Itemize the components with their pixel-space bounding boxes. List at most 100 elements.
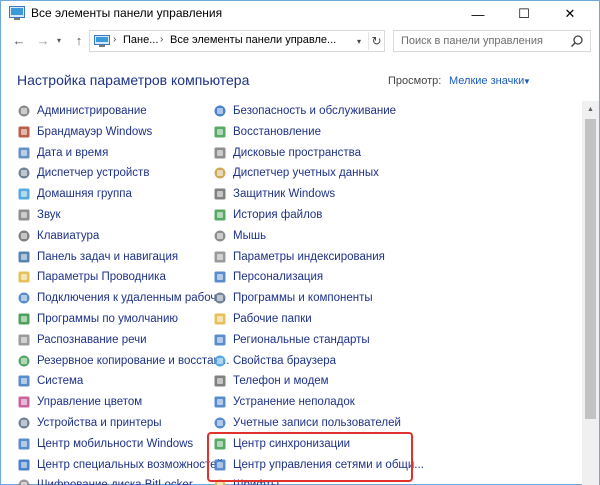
item-label: Панель задач и навигация <box>37 250 179 263</box>
item-label: Дисковые пространства <box>233 146 362 159</box>
control-panel-item[interactable]: Защитник Windows <box>213 184 335 204</box>
control-panel-item[interactable]: Домашняя группа <box>17 184 132 204</box>
firewall-icon <box>18 126 30 138</box>
bitlocker-icon <box>18 479 30 485</box>
control-panel-item[interactable]: Мышь <box>213 226 266 246</box>
defender-icon <box>214 188 226 200</box>
vertical-scrollbar[interactable]: ▲ <box>582 101 599 485</box>
control-panel-item[interactable]: Центр специальных возможностей <box>17 455 223 475</box>
control-panel-items: Администрирование Брандмауэр Windows Дата … <box>1 101 599 485</box>
chevron-down-icon[interactable]: ▼ <box>523 77 531 86</box>
control-panel-item[interactable]: Шифрование диска BitLocker <box>17 475 193 485</box>
control-panel-item[interactable]: Шрифты <box>213 475 279 485</box>
recent-locations-button[interactable]: ▾ <box>53 30 65 50</box>
microphone-icon <box>18 334 30 346</box>
control-panel-item[interactable]: Устройства и принтеры <box>17 413 162 433</box>
breadcrumb-separator: › <box>113 34 117 45</box>
back-button[interactable]: ← <box>9 30 29 50</box>
color-management-icon <box>18 396 30 408</box>
item-label: Безопасность и обслуживание <box>233 105 397 117</box>
control-panel-item[interactable]: Региональные стандарты <box>213 330 370 350</box>
control-panel-item[interactable]: Персонализация <box>213 267 323 287</box>
item-label: Диспетчер устройств <box>37 167 150 180</box>
item-label: Телефон и модем <box>233 375 329 388</box>
address-dropdown-button[interactable]: ▾ <box>352 34 366 48</box>
control-panel-item[interactable]: Распознавание речи <box>17 330 147 350</box>
control-panel-item[interactable]: Диспетчер учетных данных <box>213 163 379 183</box>
network-center-icon <box>214 459 226 471</box>
minimize-button[interactable]: — <box>455 1 501 27</box>
control-panel-item[interactable]: История файлов <box>213 205 322 225</box>
user-accounts-icon <box>214 417 226 429</box>
control-panel-item[interactable]: Центр управления сетями и общи... <box>213 455 424 475</box>
control-panel-item[interactable]: Администрирование <box>17 101 147 121</box>
view-mode-dropdown[interactable]: Мелкие значки <box>449 75 524 87</box>
mouse-icon <box>214 230 226 242</box>
control-panel-item[interactable]: Центр мобильности Windows <box>17 434 193 454</box>
control-panel-icon <box>94 35 110 47</box>
breadcrumb-all-items[interactable]: Все элементы панели управле... <box>170 34 336 46</box>
taskbar-icon <box>18 251 30 263</box>
control-panel-item[interactable]: Программы и компоненты <box>213 288 373 308</box>
control-panel-icon <box>9 6 25 20</box>
control-panel-item[interactable]: Звук <box>17 205 61 225</box>
item-label: Центр мобильности Windows <box>37 437 194 450</box>
control-panel-item[interactable]: Резервное копирование и восстан... <box>17 351 229 371</box>
close-button[interactable]: ✕ <box>547 1 593 27</box>
accessibility-icon <box>18 459 30 471</box>
storage-spaces-icon <box>214 147 226 159</box>
security-flag-icon <box>214 105 226 117</box>
clock-icon <box>18 147 30 159</box>
navigation-bar: ← → ▾ ↑ › Пане... › Все элементы панели … <box>1 28 599 54</box>
item-label: Персонализация <box>233 271 324 284</box>
mobility-center-icon <box>18 438 30 450</box>
indexing-icon <box>214 251 226 263</box>
file-history-icon <box>214 209 226 221</box>
personalization-icon <box>214 271 226 283</box>
address-bar[interactable]: › Пане... › Все элементы панели управле.… <box>89 30 385 52</box>
control-panel-item[interactable]: Свойства браузера <box>213 351 336 371</box>
control-panel-item[interactable]: Восстановление <box>213 122 321 142</box>
control-panel-item[interactable]: Дисковые пространства <box>213 143 361 163</box>
work-folders-icon <box>214 313 226 325</box>
fonts-icon <box>214 479 226 485</box>
window-title: Все элементы панели управления <box>31 6 223 20</box>
search-box[interactable]: Поиск в панели управления <box>393 30 591 52</box>
control-panel-item[interactable]: Телефон и модем <box>213 371 329 391</box>
item-label: Управление цветом <box>37 396 143 409</box>
forward-button[interactable]: → <box>33 30 53 50</box>
refresh-button[interactable]: ↻ <box>368 32 384 50</box>
item-label: Восстановление <box>233 125 321 138</box>
control-panel-item[interactable]: Система <box>17 371 83 391</box>
control-panel-item[interactable]: Управление цветом <box>17 392 142 412</box>
control-panel-item[interactable]: Брандмауэр Windows <box>17 122 152 142</box>
control-panel-item[interactable]: Параметры Проводника <box>17 267 166 287</box>
control-panel-item[interactable]: Параметры индексирования <box>213 247 385 267</box>
up-button[interactable]: ↑ <box>69 30 89 50</box>
control-panel-item[interactable]: Безопасность и обслуживание <box>213 101 396 121</box>
item-label: Рабочие папки <box>233 313 312 325</box>
control-panel-item[interactable]: Рабочие папки <box>213 309 312 329</box>
scroll-up-arrow[interactable]: ▲ <box>582 101 599 117</box>
sync-center-icon <box>214 438 226 450</box>
control-panel-item[interactable]: Подключения к удаленным рабоч... <box>17 288 226 308</box>
search-icon[interactable] <box>570 34 584 48</box>
control-panel-item[interactable]: Диспетчер устройств <box>17 163 149 183</box>
control-panel-item[interactable]: Клавиатура <box>17 226 99 246</box>
control-panel-item[interactable]: Панель задач и навигация <box>17 247 178 267</box>
breadcrumb-control-panel[interactable]: Пане... <box>123 34 158 46</box>
control-panel-item[interactable]: Учетные записи пользователей <box>213 413 401 433</box>
item-label: Устройства и принтеры <box>37 417 162 429</box>
credential-manager-icon <box>214 167 226 179</box>
control-panel-item[interactable]: Центр синхронизации <box>213 434 350 454</box>
scrollbar-thumb[interactable] <box>585 119 596 419</box>
control-panel-item[interactable]: Дата и время <box>17 143 108 163</box>
maximize-button[interactable]: ☐ <box>501 1 547 27</box>
item-label: Дата и время <box>37 146 109 159</box>
printer-icon <box>18 417 30 429</box>
item-label: Клавиатура <box>37 229 100 242</box>
control-panel-item[interactable]: Программы по умолчанию <box>17 309 178 329</box>
control-panel-item[interactable]: Устранение неполадок <box>213 392 355 412</box>
item-label: Устранение неполадок <box>233 396 355 409</box>
search-input[interactable]: Поиск в панели управления <box>401 35 543 47</box>
